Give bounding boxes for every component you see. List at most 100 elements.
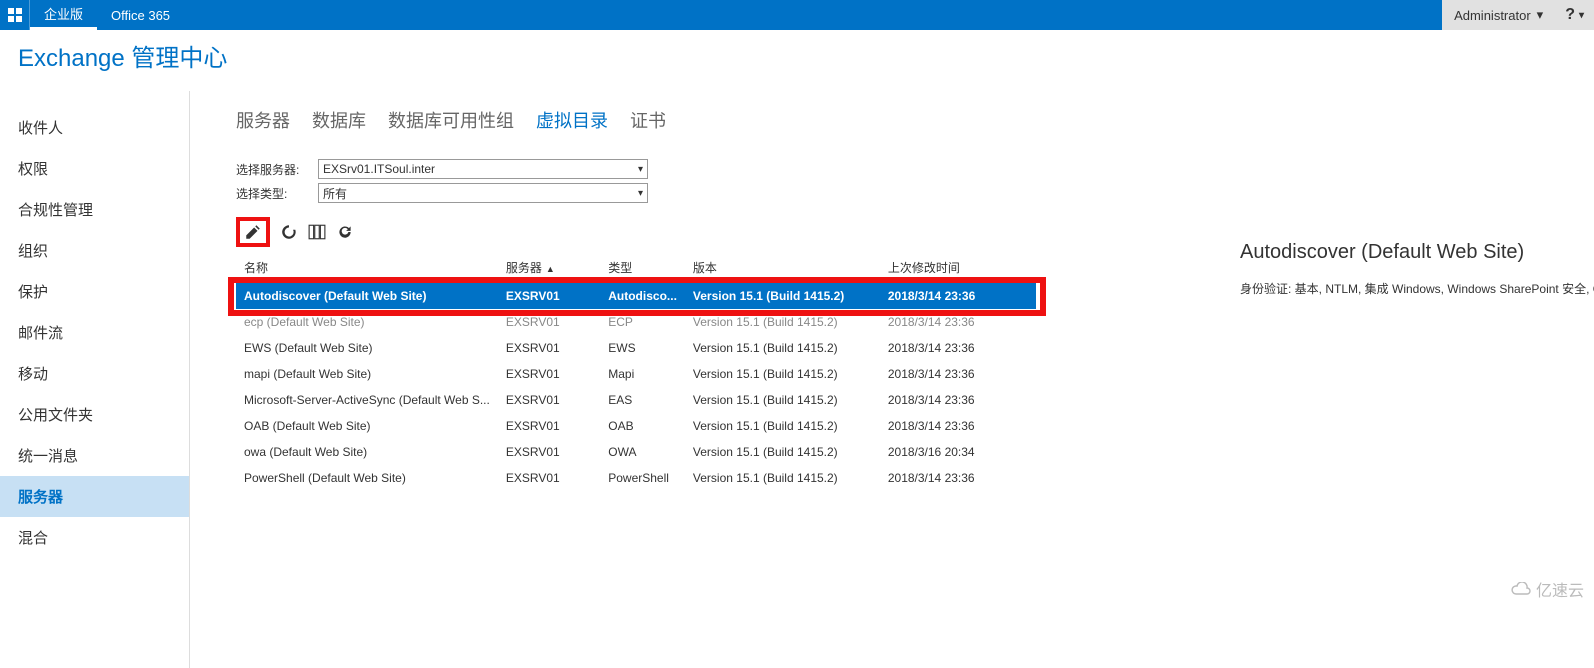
help-icon: ?: [1565, 6, 1575, 24]
nav-item-7[interactable]: 公用文件夹: [0, 394, 189, 435]
type-filter-select[interactable]: 所有 ▾: [318, 183, 648, 203]
nav-item-9[interactable]: 服务器: [0, 476, 189, 517]
edition-tab[interactable]: 企业版: [30, 0, 97, 30]
chevron-down-icon: ▾: [638, 164, 643, 175]
cell-type: ECP: [600, 309, 685, 335]
table-header-row: 名称 服务器▲ 类型 版本 上次修改时间: [236, 253, 1036, 283]
nav-item-0[interactable]: 收件人: [0, 107, 189, 148]
cell-modified: 2018/3/14 23:36: [880, 413, 1036, 439]
cell-modified: 2018/3/14 23:36: [880, 283, 1036, 310]
server-filter-value: EXSrv01.ITSoul.inter: [323, 162, 435, 176]
table-row[interactable]: Microsoft-Server-ActiveSync (Default Web…: [236, 387, 1036, 413]
edit-button[interactable]: [236, 217, 270, 247]
nav-item-6[interactable]: 移动: [0, 353, 189, 394]
cell-type: Autodisco...: [600, 283, 685, 310]
top-bar: 企业版 Office 365 Administrator ▾ ? ▾: [0, 0, 1594, 30]
cell-name: Autodiscover (Default Web Site): [236, 283, 498, 310]
cell-modified: 2018/3/14 23:36: [880, 387, 1036, 413]
server-filter-label: 选择服务器:: [236, 161, 318, 178]
cell-name: PowerShell (Default Web Site): [236, 465, 498, 491]
type-filter-label: 选择类型:: [236, 185, 318, 202]
cell-name: ecp (Default Web Site): [236, 309, 498, 335]
page-title: Exchange 管理中心: [0, 30, 1594, 91]
cell-name: mapi (Default Web Site): [236, 361, 498, 387]
details-auth-text: 身份验证: 基本, NTLM, 集成 Windows, Windows Shar…: [1240, 280, 1594, 297]
cell-server: EXSRV01: [498, 387, 600, 413]
table-row[interactable]: ecp (Default Web Site)EXSRV01ECPVersion …: [236, 309, 1036, 335]
cell-version: Version 15.1 (Build 1415.2): [685, 413, 880, 439]
tab-1[interactable]: 数据库: [312, 107, 366, 133]
table-row[interactable]: PowerShell (Default Web Site)EXSRV01Powe…: [236, 465, 1036, 491]
details-pane: Autodiscover (Default Web Site) 身份验证: 基本…: [1240, 241, 1594, 297]
app-launcher-icon[interactable]: [0, 0, 30, 30]
chevron-down-icon: ▾: [638, 188, 643, 199]
cell-modified: 2018/3/14 23:36: [880, 361, 1036, 387]
cell-version: Version 15.1 (Build 1415.2): [685, 283, 880, 310]
cell-version: Version 15.1 (Build 1415.2): [685, 361, 880, 387]
nav-item-10[interactable]: 混合: [0, 517, 189, 558]
pencil-icon: [244, 223, 262, 241]
tab-2[interactable]: 数据库可用性组: [388, 107, 514, 133]
cell-server: EXSRV01: [498, 309, 600, 335]
type-filter-value: 所有: [323, 185, 347, 202]
nav-item-2[interactable]: 合规性管理: [0, 189, 189, 230]
cell-type: Mapi: [600, 361, 685, 387]
tab-3[interactable]: 虚拟目录: [536, 107, 608, 133]
cloud-icon: [1510, 582, 1532, 596]
nav-item-8[interactable]: 统一消息: [0, 435, 189, 476]
nav-item-3[interactable]: 组织: [0, 230, 189, 271]
reset-icon[interactable]: [280, 223, 298, 241]
cell-server: EXSRV01: [498, 335, 600, 361]
table-row[interactable]: Autodiscover (Default Web Site)EXSRV01Au…: [236, 283, 1036, 310]
cell-version: Version 15.1 (Build 1415.2): [685, 309, 880, 335]
refresh-icon[interactable]: [336, 223, 354, 241]
tab-4[interactable]: 证书: [630, 107, 666, 133]
main-content: 服务器数据库数据库可用性组虚拟目录证书 选择服务器: EXSrv01.ITSou…: [190, 91, 1594, 668]
cell-server: EXSRV01: [498, 361, 600, 387]
tab-0[interactable]: 服务器: [236, 107, 290, 133]
cell-server: EXSRV01: [498, 465, 600, 491]
cell-modified: 2018/3/14 23:36: [880, 465, 1036, 491]
col-modified-header[interactable]: 上次修改时间: [880, 253, 1036, 283]
col-server-header[interactable]: 服务器▲: [498, 253, 600, 283]
cell-modified: 2018/3/14 23:36: [880, 335, 1036, 361]
cell-type: EWS: [600, 335, 685, 361]
filter-area: 选择服务器: EXSrv01.ITSoul.inter ▾ 选择类型: 所有 ▾: [236, 159, 1594, 203]
left-nav: 收件人权限合规性管理组织保护邮件流移动公用文件夹统一消息服务器混合: [0, 91, 190, 668]
chevron-down-icon: ▾: [1579, 10, 1584, 21]
cell-version: Version 15.1 (Build 1415.2): [685, 439, 880, 465]
product-tab[interactable]: Office 365: [97, 8, 184, 23]
table-row[interactable]: EWS (Default Web Site)EXSRV01EWSVersion …: [236, 335, 1036, 361]
sort-asc-icon: ▲: [546, 264, 555, 274]
columns-icon[interactable]: [308, 223, 326, 241]
cell-type: OWA: [600, 439, 685, 465]
tab-strip: 服务器数据库数据库可用性组虚拟目录证书: [236, 107, 1594, 133]
cell-name: OAB (Default Web Site): [236, 413, 498, 439]
cell-type: EAS: [600, 387, 685, 413]
server-filter-select[interactable]: EXSrv01.ITSoul.inter ▾: [318, 159, 648, 179]
cell-type: OAB: [600, 413, 685, 439]
cell-modified: 2018/3/14 23:36: [880, 309, 1036, 335]
table-row[interactable]: mapi (Default Web Site)EXSRV01MapiVersio…: [236, 361, 1036, 387]
virtual-directories-table: 名称 服务器▲ 类型 版本 上次修改时间 Autodiscover (Defau…: [236, 253, 1036, 491]
chevron-down-icon: ▾: [1537, 7, 1544, 23]
cell-name: Microsoft-Server-ActiveSync (Default Web…: [236, 387, 498, 413]
cell-modified: 2018/3/16 20:34: [880, 439, 1036, 465]
cell-version: Version 15.1 (Build 1415.2): [685, 387, 880, 413]
cell-server: EXSRV01: [498, 439, 600, 465]
user-menu[interactable]: Administrator ▾: [1442, 0, 1555, 30]
nav-item-1[interactable]: 权限: [0, 148, 189, 189]
table-row[interactable]: OAB (Default Web Site)EXSRV01OABVersion …: [236, 413, 1036, 439]
table-row[interactable]: owa (Default Web Site)EXSRV01OWAVersion …: [236, 439, 1036, 465]
help-menu[interactable]: ? ▾: [1555, 0, 1594, 30]
nav-item-5[interactable]: 邮件流: [0, 312, 189, 353]
nav-item-4[interactable]: 保护: [0, 271, 189, 312]
cell-name: EWS (Default Web Site): [236, 335, 498, 361]
cell-server: EXSRV01: [498, 413, 600, 439]
cell-version: Version 15.1 (Build 1415.2): [685, 335, 880, 361]
col-name-header[interactable]: 名称: [236, 253, 498, 283]
col-type-header[interactable]: 类型: [600, 253, 685, 283]
col-version-header[interactable]: 版本: [685, 253, 880, 283]
cell-type: PowerShell: [600, 465, 685, 491]
cell-name: owa (Default Web Site): [236, 439, 498, 465]
